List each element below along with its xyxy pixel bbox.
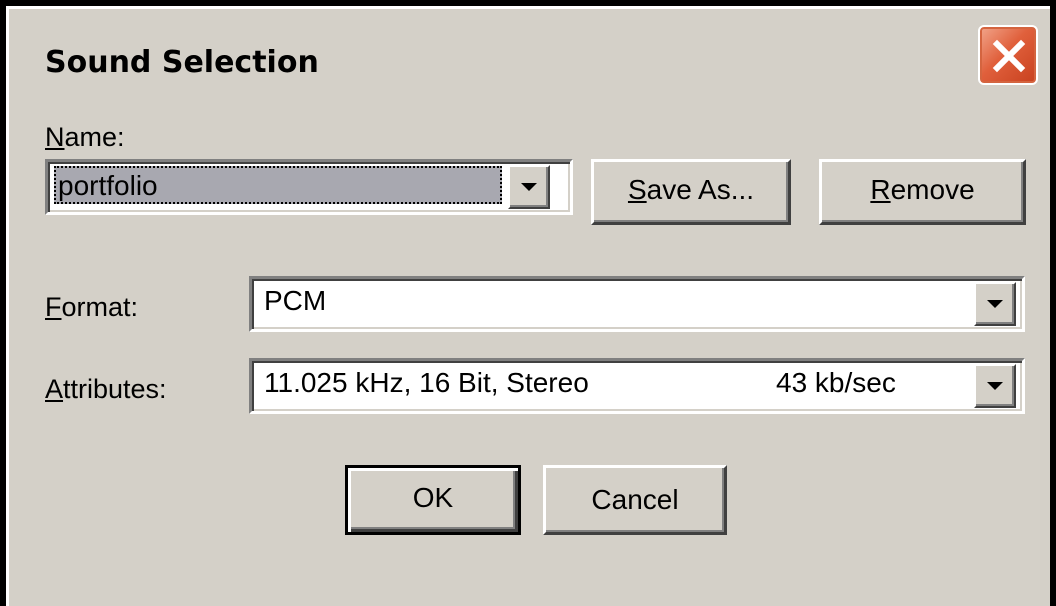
save-as-label: Save As... bbox=[594, 174, 788, 206]
chevron-down-icon bbox=[987, 382, 1003, 390]
cancel-button[interactable]: Cancel bbox=[543, 465, 727, 535]
name-label-mnemonic: N bbox=[45, 122, 65, 152]
attributes-rate-value: 43 kb/sec bbox=[776, 367, 896, 398]
attributes-label-mnemonic: A bbox=[45, 374, 64, 404]
name-dropdown-button[interactable] bbox=[508, 165, 550, 209]
attributes-combo[interactable]: 11.025 kHz, 16 Bit, Stereo 43 kb/sec bbox=[249, 358, 1025, 414]
ok-label: OK bbox=[412, 482, 454, 513]
save-as-text: ave As... bbox=[646, 174, 755, 205]
format-label-text: ormat: bbox=[61, 292, 139, 322]
name-label-text: ame: bbox=[64, 122, 125, 152]
ok-button[interactable]: OK bbox=[345, 465, 521, 535]
remove-text: emove bbox=[890, 174, 975, 205]
format-combo-value: PCM bbox=[264, 285, 327, 316]
sound-selection-dialog: Sound Selection Name: portfolio Save As.… bbox=[0, 0, 1056, 606]
cancel-label: Cancel bbox=[591, 484, 679, 515]
format-dropdown-button[interactable] bbox=[974, 282, 1016, 326]
dialog-body: Name: portfolio Save As... Remove Format… bbox=[9, 102, 1050, 564]
chevron-down-icon bbox=[521, 183, 537, 191]
remove-mnemonic: R bbox=[870, 174, 891, 205]
attributes-dropdown-button[interactable] bbox=[974, 364, 1016, 408]
window-title: Sound Selection bbox=[45, 45, 319, 80]
attributes-label: Attributes: bbox=[45, 374, 167, 405]
title-bar[interactable]: Sound Selection bbox=[9, 9, 1050, 102]
save-as-button[interactable]: Save As... bbox=[591, 159, 791, 225]
remove-label: Remove bbox=[822, 174, 1023, 206]
format-label: Format: bbox=[45, 292, 138, 323]
chevron-down-icon bbox=[987, 300, 1003, 308]
format-combo[interactable]: PCM bbox=[249, 276, 1025, 332]
attributes-combo-value: 11.025 kHz, 16 Bit, Stereo bbox=[264, 367, 589, 398]
remove-button[interactable]: Remove bbox=[819, 159, 1026, 225]
name-combo-value: portfolio bbox=[58, 170, 158, 201]
name-label: Name: bbox=[45, 122, 125, 153]
save-as-mnemonic: S bbox=[627, 174, 647, 205]
format-label-mnemonic: F bbox=[45, 292, 62, 322]
close-button[interactable] bbox=[978, 25, 1038, 85]
attributes-label-text: ttributes: bbox=[63, 374, 167, 404]
name-combo[interactable]: portfolio bbox=[45, 159, 573, 215]
close-icon bbox=[992, 39, 1026, 73]
